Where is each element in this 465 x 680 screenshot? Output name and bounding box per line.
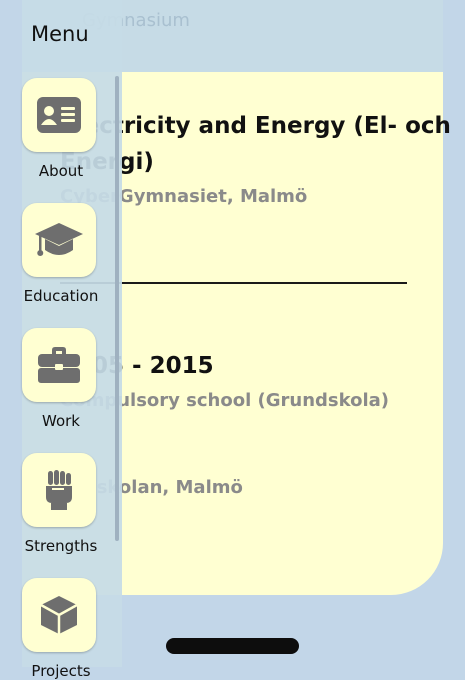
briefcase-icon xyxy=(37,346,81,384)
nav-label-projects: Projects xyxy=(31,662,91,680)
nav-item-education[interactable]: Education xyxy=(22,203,100,305)
nav-label-work: Work xyxy=(42,412,80,430)
nav-item-projects[interactable]: Projects xyxy=(22,578,100,680)
nav-item-strengths[interactable]: Strengths xyxy=(22,453,100,555)
nav-label-strengths: Strengths xyxy=(24,537,98,555)
id-card-icon xyxy=(36,96,82,134)
nav-label-about: About xyxy=(38,162,84,180)
nav-tile-about[interactable] xyxy=(22,78,96,152)
menu-title: Menu xyxy=(31,22,89,46)
nav-label-education: Education xyxy=(23,287,99,305)
nav-item-about[interactable]: About xyxy=(22,78,100,180)
nav-tile-education[interactable] xyxy=(22,203,96,277)
nav-tile-strengths[interactable] xyxy=(22,453,96,527)
nav-tile-work[interactable] xyxy=(22,328,96,402)
nav-tile-projects[interactable] xyxy=(22,578,96,652)
nav-item-work[interactable]: Work xyxy=(22,328,100,430)
graduation-cap-icon xyxy=(33,220,85,260)
home-indicator[interactable] xyxy=(166,638,299,654)
fist-icon xyxy=(42,469,76,511)
cube-icon xyxy=(39,594,79,636)
menu-scrollbar[interactable] xyxy=(115,76,119,541)
